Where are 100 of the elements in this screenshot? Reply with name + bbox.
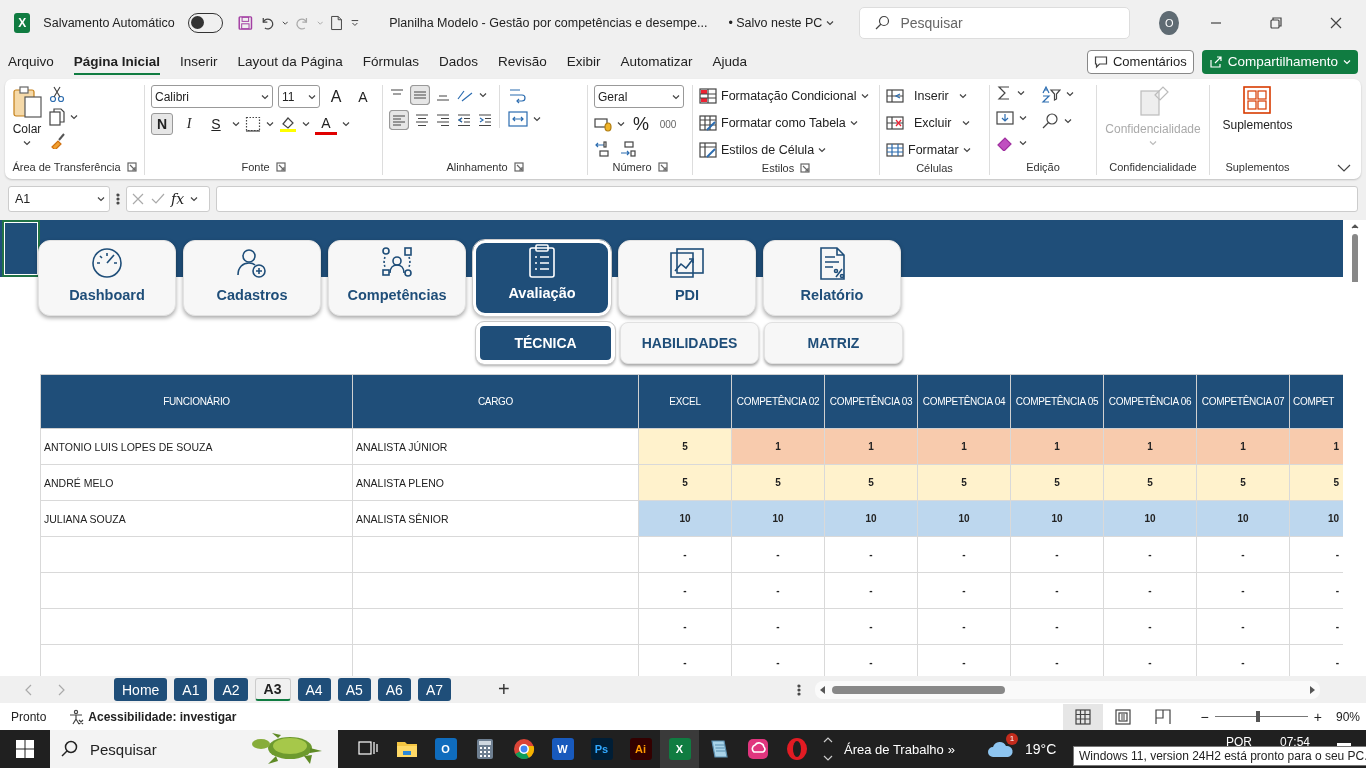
score-cell: 10 — [1103, 500, 1197, 537]
sheet-tab[interactable]: A1 — [174, 678, 208, 701]
sheet-tab[interactable]: A3 — [254, 678, 291, 701]
menu-tab[interactable]: Arquivo — [8, 48, 54, 75]
menu-tab[interactable]: Inserir — [180, 48, 218, 75]
menu-tab[interactable]: Layout da Página — [237, 48, 343, 75]
styles-menu-button[interactable]: Formatar como Tabela — [699, 112, 869, 134]
nav-button[interactable]: Competências — [328, 240, 466, 316]
score-cell: - — [1196, 536, 1290, 573]
sheet-tab[interactable]: A7 — [417, 678, 451, 701]
notification-badge: 1 — [1005, 732, 1018, 745]
score-cell: 10 — [1196, 500, 1290, 537]
search-field[interactable]: Pesquisar — [859, 6, 1131, 39]
taskbar-app-button[interactable]: W — [543, 730, 582, 768]
add-ins-button[interactable]: Suplementos — [1222, 85, 1293, 132]
italic-button[interactable]: I — [178, 113, 200, 135]
clock-time[interactable]: 07:54 — [1279, 735, 1310, 749]
font-name-field[interactable]: Calibri — [151, 85, 273, 108]
group-label: Edição — [1026, 161, 1060, 173]
add-sheet-button[interactable]: + — [498, 678, 510, 701]
tooltip: Windows 11, version 24H2 está pronto para o seu PC. — [1073, 746, 1366, 766]
shrink-font-button[interactable]: A — [352, 85, 374, 108]
bold-button[interactable]: N — [151, 113, 173, 135]
column-header: COMPETÊNCIA 06 — [1103, 374, 1197, 429]
menu-tab[interactable]: Ajuda — [712, 48, 748, 75]
score-cell: - — [638, 536, 732, 573]
menu-tab[interactable]: Automatizar — [620, 48, 693, 75]
group-label: Suplementos — [1225, 161, 1290, 173]
score-cell: - — [1196, 608, 1290, 645]
status-text: Pronto — [11, 709, 47, 724]
cells-menu-button[interactable]: Inserir — [886, 85, 971, 107]
score-cell: - — [824, 572, 918, 609]
column-header: COMPETÊNCIA 03 — [824, 374, 918, 429]
avatar[interactable]: O — [1159, 10, 1179, 35]
sheet-tab[interactable]: Home — [114, 678, 168, 701]
zoom-out-button[interactable]: − — [1200, 708, 1209, 725]
accessibility-status[interactable]: Acessibilidade: investigar — [68, 708, 237, 725]
taskbar-search-field[interactable]: Pesquisar — [50, 730, 338, 768]
score-cell: 10 — [731, 500, 825, 537]
comments-button[interactable]: Comentários — [1087, 49, 1194, 74]
language-indicator[interactable]: POR — [1225, 735, 1252, 749]
cells-menu-button[interactable]: Excluir — [886, 112, 971, 134]
menu-tab[interactable]: Fórmulas — [362, 48, 419, 75]
paste-button[interactable]: Colar — [11, 85, 43, 147]
save-status[interactable]: • Salvo neste PC — [728, 15, 835, 30]
sheet-tab[interactable]: A5 — [337, 678, 371, 701]
taskbar-app-button[interactable]: Ai — [621, 730, 660, 768]
nav-button[interactable]: Relatório — [763, 240, 901, 316]
score-cell: 10 — [638, 500, 732, 537]
insert-function-button[interactable]: fx — [171, 191, 185, 207]
share-button[interactable]: Compartilhamento — [1201, 49, 1358, 74]
autosave-label: Salvamento Automático — [43, 15, 175, 30]
score-cell: 5 — [917, 464, 1011, 501]
underline-button[interactable]: S — [205, 113, 227, 135]
score-cell: - — [824, 536, 918, 573]
menu-tab[interactable]: Dados — [438, 48, 478, 75]
grow-font-button[interactable]: A — [325, 85, 347, 108]
taskbar-app-button[interactable]: X — [660, 730, 699, 768]
zoom-level[interactable]: 90% — [1335, 709, 1360, 724]
table-cell: ANDRÉ MELO — [40, 464, 353, 501]
taskbar-app-button[interactable]: O — [426, 730, 465, 768]
score-cell: 5 — [824, 464, 918, 501]
nav-button[interactable]: Cadastros — [183, 240, 321, 316]
nav-button[interactable]: Avaliação — [473, 240, 611, 316]
styles-menu-button[interactable]: Estilos de Célula — [699, 139, 869, 161]
nav-button[interactable]: PDI — [618, 240, 756, 316]
score-cell: - — [824, 608, 918, 645]
font-size-field[interactable]: 11 — [278, 85, 320, 108]
table-cell: JULIANA SOUZA — [40, 500, 353, 537]
desktop-label[interactable]: Área de Trabalho — [844, 741, 944, 757]
zoom-in-button[interactable]: + — [1313, 708, 1322, 725]
name-box[interactable]: A1 — [8, 186, 110, 212]
score-cell: 1 — [917, 428, 1011, 465]
score-cell: - — [1103, 608, 1197, 645]
column-header: COMPETÊNCIA 02 — [731, 374, 825, 429]
sheet-tab[interactable]: A4 — [297, 678, 331, 701]
sub-tab[interactable]: HABILIDADES — [620, 322, 759, 364]
taskbar-app-button[interactable]: Ps — [582, 730, 621, 768]
table-cell: ANALISTA PLENO — [352, 464, 639, 501]
sheet-tab[interactable]: A6 — [377, 678, 411, 701]
menu-tab[interactable]: Revisão — [497, 48, 547, 75]
column-header: COMPETÊNCIA 05 — [1010, 374, 1104, 429]
styles-menu-button[interactable]: Formatação Condicional — [699, 85, 869, 107]
sub-tab[interactable]: MATRIZ — [764, 322, 903, 364]
score-cell: 1 — [1010, 428, 1104, 465]
sheet-tab[interactable]: A2 — [214, 678, 248, 701]
menu-tab[interactable]: Exibir — [566, 48, 601, 75]
temperature[interactable]: 19°C — [1024, 741, 1057, 757]
menu-tab[interactable]: Página Inicial — [73, 48, 161, 75]
score-cell: - — [917, 536, 1011, 573]
font-color-button[interactable]: A — [315, 113, 337, 135]
thousands-button[interactable]: 000 — [657, 113, 679, 135]
sub-tab[interactable]: TÉCNICA — [476, 322, 615, 364]
number-format-field[interactable]: Geral — [594, 85, 684, 108]
column-header: COMPETÊNCIA 07 — [1196, 374, 1290, 429]
nav-button[interactable]: Dashboard — [38, 240, 176, 316]
cells-menu-button[interactable]: Formatar — [886, 139, 971, 161]
chevron-text[interactable]: » — [947, 741, 955, 757]
percent-button[interactable]: % — [630, 113, 652, 135]
score-cell: 5 — [1196, 464, 1290, 501]
